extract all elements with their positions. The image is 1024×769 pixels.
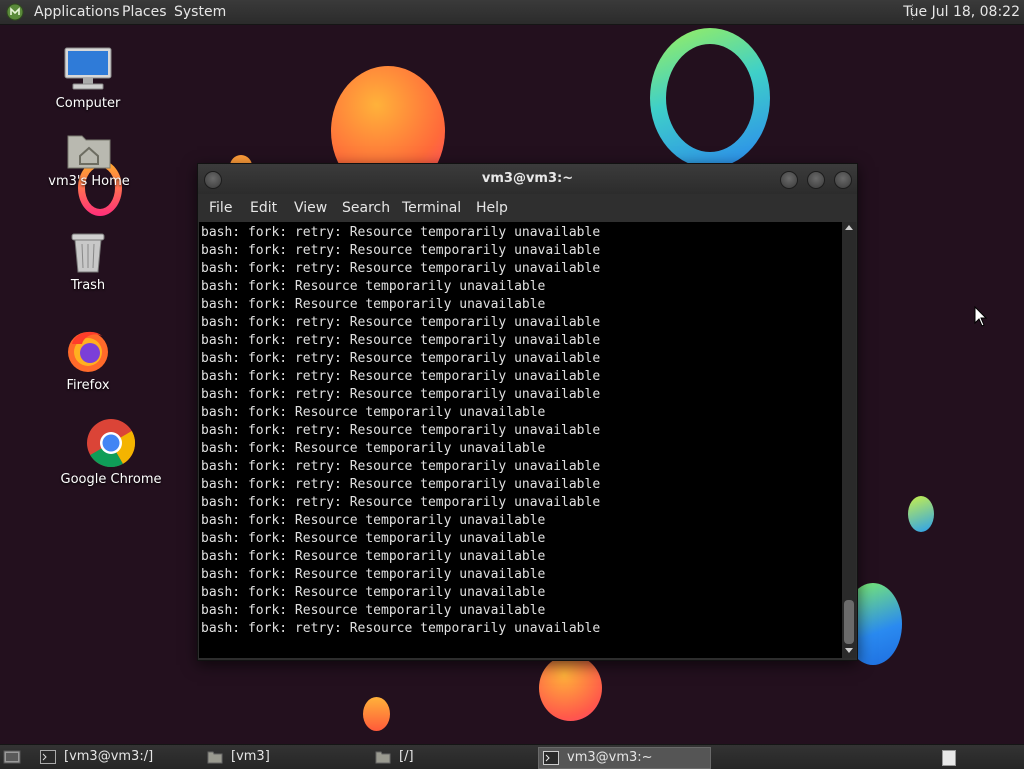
desktop-icon-chrome[interactable]: Google Chrome <box>56 418 166 487</box>
desktop-icon-computer[interactable]: Computer <box>48 46 128 111</box>
terminal-line: bash: fork: retry: Resource temporarily … <box>201 495 601 510</box>
terminal-line: bash: fork: retry: Resource temporarily … <box>201 261 601 276</box>
terminal-scrollbar[interactable] <box>842 222 856 658</box>
menu-terminal[interactable]: Terminal <box>402 194 461 222</box>
workspace-switcher[interactable] <box>942 750 956 766</box>
terminal-line: bash: fork: Resource temporarily unavail… <box>201 585 546 600</box>
top-panel: Applications Places System Tue Jul 18, 0… <box>0 0 1024 25</box>
desktop-icon-label: vm3's Home <box>48 174 130 189</box>
maximize-button[interactable] <box>807 171 825 189</box>
mouse-cursor-icon <box>974 306 988 327</box>
terminal-line: bash: fork: Resource temporarily unavail… <box>201 405 546 420</box>
terminal-line: bash: fork: Resource temporarily unavail… <box>201 567 546 582</box>
clock[interactable]: Tue Jul 18, 08:22 <box>903 0 1020 24</box>
terminal-line: bash: fork: retry: Resource temporarily … <box>201 351 601 366</box>
terminal-output[interactable]: bash: fork: retry: Resource temporarily … <box>199 222 842 658</box>
terminal-line: bash: fork: retry: Resource temporarily … <box>201 369 601 384</box>
firefox-icon <box>68 331 108 372</box>
terminal-line: bash: fork: Resource temporarily unavail… <box>201 549 546 564</box>
scrollbar-thumb[interactable] <box>844 600 854 644</box>
taskbar-button-label: vm3@vm3:~ <box>567 750 653 765</box>
desktop-icon-label: Trash <box>70 278 106 293</box>
desktop-icon-label: Google Chrome <box>60 472 162 487</box>
home-folder-icon <box>67 135 111 169</box>
taskbar-button[interactable]: [vm3@vm3:/] <box>40 747 153 767</box>
terminal-line: bash: fork: Resource temporarily unavail… <box>201 441 546 456</box>
taskbar-button[interactable]: [vm3] <box>207 747 270 767</box>
menu-file[interactable]: File <box>209 194 232 222</box>
taskbar-button-active[interactable]: vm3@vm3:~ <box>538 747 711 769</box>
desktop-icon-label: Firefox <box>66 378 110 393</box>
home-folder-icon <box>207 751 223 763</box>
system-menu[interactable]: System <box>174 0 226 24</box>
chrome-icon <box>87 419 136 468</box>
terminal-line: bash: fork: retry: Resource temporarily … <box>201 315 601 330</box>
menu-edit[interactable]: Edit <box>250 194 277 222</box>
computer-icon <box>64 47 112 90</box>
wallpaper-shape <box>650 28 770 168</box>
desktop-icon-firefox[interactable]: Firefox <box>48 326 128 393</box>
terminal-line: bash: fork: Resource temporarily unavail… <box>201 279 546 294</box>
terminal-menubar: File Edit View Search Terminal Help <box>198 194 857 222</box>
desktop-icon-trash[interactable]: Trash <box>48 230 128 293</box>
mate-logo-icon[interactable] <box>6 3 24 21</box>
wallpaper-shape <box>363 697 390 731</box>
terminal-line: bash: fork: Resource temporarily unavail… <box>201 531 546 546</box>
places-menu[interactable]: Places <box>122 0 167 24</box>
terminal-icon <box>40 749 56 764</box>
terminal-line: bash: fork: retry: Resource temporarily … <box>201 243 601 258</box>
terminal-line: bash: fork: Resource temporarily unavail… <box>201 297 546 312</box>
applications-menu[interactable]: Applications <box>34 0 120 24</box>
terminal-line: bash: fork: retry: Resource temporarily … <box>201 459 601 474</box>
scroll-up-arrow-icon[interactable] <box>845 225 853 230</box>
terminal-line: bash: fork: retry: Resource temporarily … <box>201 423 601 438</box>
show-desktop-icon[interactable] <box>3 749 21 765</box>
terminal-icon <box>543 750 559 765</box>
bottom-panel: [vm3@vm3:/] [vm3] [/] vm3@vm3:~ <box>0 744 1024 769</box>
close-button[interactable] <box>834 171 852 189</box>
terminal-line: bash: fork: retry: Resource temporarily … <box>201 333 601 348</box>
menu-search[interactable]: Search <box>342 194 390 222</box>
taskbar-button-label: [vm3@vm3:/] <box>64 749 154 764</box>
menu-view[interactable]: View <box>294 194 327 222</box>
taskbar-button-label: [/] <box>399 749 414 764</box>
terminal-line: bash: fork: retry: Resource temporarily … <box>201 477 601 492</box>
wallpaper-shape <box>908 496 934 532</box>
terminal-line: bash: fork: Resource temporarily unavail… <box>201 603 546 618</box>
window-titlebar[interactable]: vm3@vm3:~ <box>198 164 857 194</box>
terminal-line: bash: fork: retry: Resource temporarily … <box>201 225 601 240</box>
terminal-window[interactable]: vm3@vm3:~ File Edit View Search Terminal… <box>197 163 858 661</box>
terminal-lines: bash: fork: retry: Resource temporarily … <box>199 224 600 638</box>
window-title: vm3@vm3:~ <box>481 171 574 186</box>
terminal-line: bash: fork: retry: Resource temporarily … <box>201 387 601 402</box>
menu-help[interactable]: Help <box>476 194 508 222</box>
terminal-line: bash: fork: retry: Resource temporarily … <box>201 621 601 636</box>
desktop-icon-label: Computer <box>55 96 121 111</box>
scroll-down-arrow-icon[interactable] <box>845 648 853 653</box>
minimize-button[interactable] <box>780 171 798 189</box>
taskbar-button-label: [vm3] <box>231 749 270 764</box>
terminal-line: bash: fork: Resource temporarily unavail… <box>201 513 546 528</box>
wallpaper-shape <box>539 655 602 721</box>
taskbar-button[interactable]: [/] <box>375 747 414 767</box>
desktop-icon-home[interactable]: vm3's Home <box>44 130 134 189</box>
trash-icon <box>71 233 105 273</box>
folder-icon <box>375 751 391 763</box>
